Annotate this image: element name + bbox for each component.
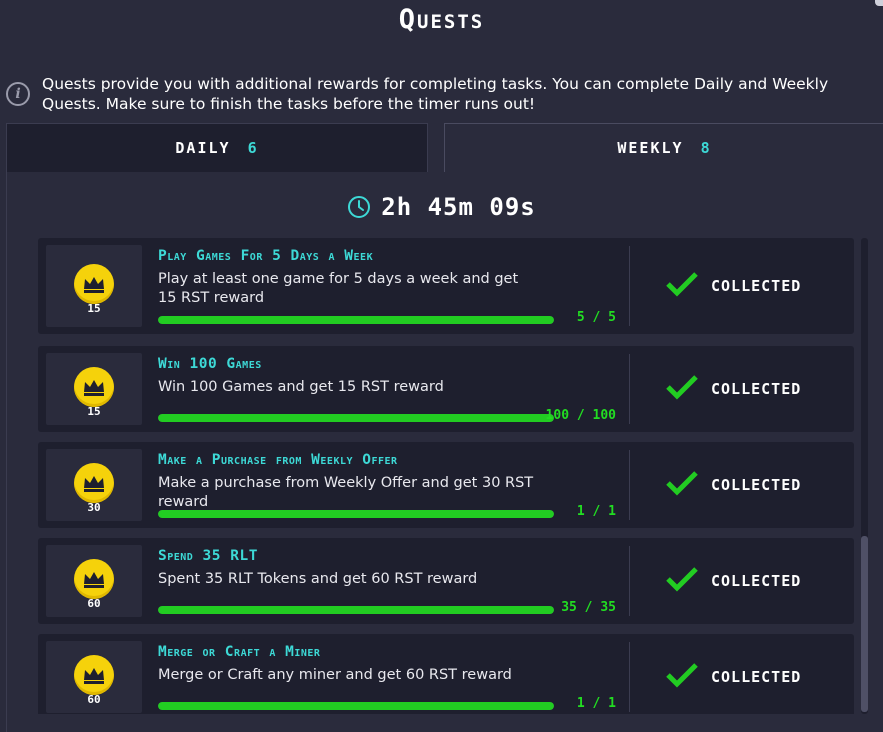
quest-title: Merge or Craft a Miner — [158, 644, 321, 660]
quest-title: Make a Purchase from Weekly Offer — [158, 452, 398, 468]
close-tab-marker[interactable] — [875, 0, 883, 6]
progress-bar — [158, 316, 554, 324]
tab-weekly-count: 8 — [700, 139, 712, 157]
quest-card: 15 Play Games For 5 Days a Week Play at le… — [38, 238, 854, 334]
divider — [629, 450, 630, 520]
divider — [629, 354, 630, 424]
checkmark-icon — [665, 566, 699, 596]
checkmark-icon — [665, 470, 699, 500]
progress-bar-fill — [158, 606, 554, 614]
quest-description: Spent 35 RLT Tokens and get 60 RST rewar… — [158, 571, 478, 587]
status-label: COLLECTED — [711, 476, 802, 494]
status-collected: COLLECTED — [665, 271, 845, 301]
tab-weekly[interactable]: WEEKLY 8 — [444, 123, 883, 172]
quest-description: Win 100 Games and get 15 RST reward — [158, 379, 444, 395]
quest-title: Play Games For 5 Days a Week — [158, 248, 374, 264]
quest-description: Make a purchase from Weekly Offer and ge… — [158, 475, 534, 510]
crown-coin-icon — [74, 264, 114, 304]
progress-bar — [158, 702, 554, 710]
reward-box: 60 — [46, 545, 142, 617]
progress-text: 5 / 5 — [576, 310, 616, 325]
crown-coin-icon — [74, 655, 114, 695]
progress-text: 1 / 1 — [576, 696, 616, 711]
status-label: COLLECTED — [711, 572, 802, 590]
tab-weekly-label: WEEKLY — [617, 139, 684, 157]
quest-description: Merge or Craft any miner and get 60 RST … — [158, 667, 512, 683]
scrollbar-thumb[interactable] — [861, 536, 868, 712]
quests-page: Quests i Quests provide you with additio… — [0, 0, 883, 732]
tab-daily[interactable]: DAILY 6 — [6, 123, 428, 172]
crown-coin-icon — [74, 559, 114, 599]
status-label: COLLECTED — [711, 277, 802, 295]
divider — [629, 546, 630, 616]
quest-title: Spend 35 RLT — [158, 548, 258, 564]
status-collected: COLLECTED — [665, 566, 845, 596]
progress-bar — [158, 510, 554, 518]
progress-text: 35 / 35 — [561, 600, 616, 615]
reward-box: 30 — [46, 449, 142, 521]
divider — [629, 246, 630, 326]
reward-box: 15 — [46, 245, 142, 327]
checkmark-icon — [665, 271, 699, 301]
quest-title: Win 100 Games — [158, 356, 262, 372]
quest-card: 60 Spend 35 RLT Spent 35 RLT Tokens and ge… — [38, 538, 854, 624]
checkmark-icon — [665, 662, 699, 692]
status-label: COLLECTED — [711, 668, 802, 686]
divider — [629, 642, 630, 712]
status-collected: COLLECTED — [665, 662, 845, 692]
page-title: Quests — [398, 4, 485, 35]
reward-box: 15 — [46, 353, 142, 425]
tab-daily-count: 6 — [247, 139, 259, 157]
progress-bar-fill — [158, 510, 554, 518]
quest-card: 30 Make a Purchase from Weekly Offer Make … — [38, 442, 854, 528]
status-collected: COLLECTED — [665, 374, 845, 404]
crown-coin-icon — [74, 463, 114, 503]
quest-card: 60 Merge or Craft a Miner Merge or Craft a… — [38, 634, 854, 714]
info-text: Quests provide you with additional rewar… — [42, 75, 829, 113]
reward-amount: 15 — [87, 302, 101, 315]
quest-description: Play at least one game for 5 days a week… — [158, 271, 519, 306]
progress-bar-fill — [158, 316, 554, 324]
progress-text: 100 / 100 — [545, 408, 616, 423]
timer-text: 2h 45m 09s — [381, 193, 536, 221]
crown-coin-icon — [74, 367, 114, 407]
reward-box: 60 — [46, 641, 142, 713]
reward-amount: 60 — [87, 693, 101, 706]
progress-bar — [158, 414, 554, 422]
progress-text: 1 / 1 — [576, 504, 616, 519]
reward-amount: 30 — [87, 501, 101, 514]
quest-list[interactable]: 15 Play Games For 5 Days a Week Play at le… — [38, 238, 855, 714]
status-label: COLLECTED — [711, 380, 802, 398]
checkmark-icon — [665, 374, 699, 404]
progress-bar — [158, 606, 554, 614]
status-collected: COLLECTED — [665, 470, 845, 500]
info-icon: i — [6, 82, 30, 106]
quest-card: 15 Win 100 Games Win 100 Games and get 15 … — [38, 346, 854, 432]
tab-daily-label: DAILY — [175, 139, 231, 157]
reward-amount: 60 — [87, 597, 101, 610]
clock-icon — [347, 195, 371, 219]
quest-timer: 2h 45m 09s — [0, 190, 883, 224]
progress-bar-fill — [158, 702, 554, 710]
progress-bar-fill — [158, 414, 554, 422]
reward-amount: 15 — [87, 405, 101, 418]
